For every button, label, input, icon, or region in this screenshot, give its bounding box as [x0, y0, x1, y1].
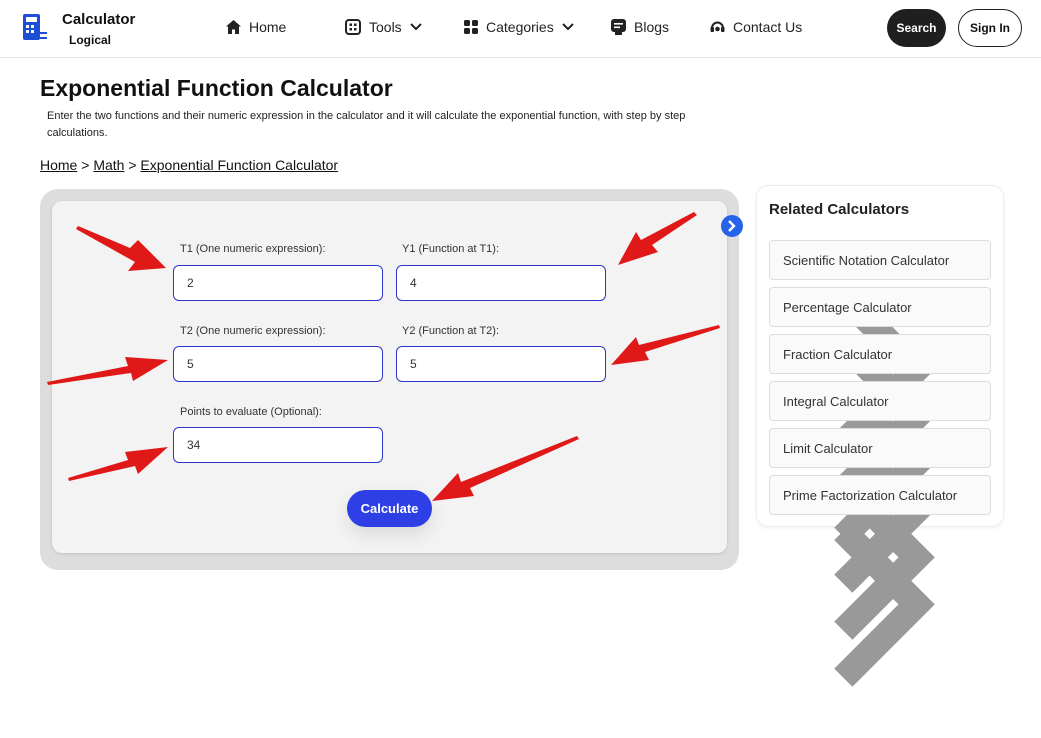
calculate-button[interactable]: Calculate: [347, 490, 432, 527]
points-input[interactable]: [173, 427, 383, 463]
chevron-right-icon: [834, 521, 935, 687]
page-title: Exponential Function Calculator: [40, 75, 393, 101]
breadcrumb-separator: >: [81, 157, 90, 173]
breadcrumb-home[interactable]: Home: [40, 157, 77, 173]
related-item-label: Integral Calculator: [783, 394, 889, 409]
related-item-label: Percentage Calculator: [783, 300, 912, 315]
related-item[interactable]: Fraction Calculator: [769, 334, 991, 546]
t2-label: T2 (One numeric expression):: [180, 325, 326, 337]
related-item[interactable]: Limit Calculator: [769, 428, 991, 640]
breadcrumb-math[interactable]: Math: [93, 157, 124, 173]
related-item[interactable]: Prime Factorization Calculator: [769, 475, 991, 687]
nav-categories-label: Categories: [486, 19, 554, 35]
chevron-down-icon: [561, 23, 574, 31]
y1-input[interactable]: [396, 265, 606, 301]
search-button[interactable]: Search: [887, 9, 946, 47]
breadcrumb: Home > Math > Exponential Function Calcu…: [40, 157, 338, 173]
nav-blogs-label: Blogs: [634, 19, 670, 35]
breadcrumb-current[interactable]: Exponential Function Calculator: [140, 157, 338, 173]
home-icon: [226, 20, 241, 34]
related-item[interactable]: Integral Calculator: [769, 381, 991, 593]
y2-input[interactable]: [396, 346, 606, 382]
y2-label: Y2 (Function at T2):: [402, 325, 500, 337]
related-item-label: Scientific Notation Calculator: [783, 253, 950, 268]
logo-title[interactable]: Calculator: [62, 11, 135, 28]
points-label: Points to evaluate (Optional):: [180, 406, 322, 418]
nav-blogs[interactable]: Blogs: [611, 19, 669, 35]
site-header: Calculator Logical Home Tools Categories…: [0, 0, 1041, 58]
nav-categories[interactable]: Categories: [464, 19, 574, 35]
related-title: Related Calculators: [769, 201, 910, 218]
sidebar-toggle-button[interactable]: [721, 215, 743, 237]
contact-icon: [710, 21, 725, 32]
categories-icon: [464, 20, 478, 34]
sign-in-button[interactable]: Sign In: [958, 9, 1022, 47]
related-item[interactable]: Scientific Notation Calculator: [769, 240, 991, 452]
nav-contact[interactable]: Contact Us: [710, 19, 802, 35]
t2-input[interactable]: [173, 346, 383, 382]
t1-label: T1 (One numeric expression):: [180, 243, 326, 255]
nav-home[interactable]: Home: [226, 19, 286, 35]
related-item-label: Prime Factorization Calculator: [783, 488, 958, 503]
t1-input[interactable]: [173, 265, 383, 301]
related-item-label: Fraction Calculator: [783, 347, 893, 362]
tools-icon: [345, 19, 361, 35]
nav-tools[interactable]: Tools: [345, 19, 422, 35]
nav-tools-label: Tools: [369, 19, 402, 35]
breadcrumb-separator: >: [128, 157, 137, 173]
nav-home-label: Home: [249, 19, 287, 35]
chevron-right-icon: [728, 220, 736, 232]
logo-subtitle[interactable]: Logical: [69, 33, 111, 47]
nav-contact-label: Contact Us: [733, 19, 803, 35]
related-item-label: Limit Calculator: [783, 441, 873, 456]
chevron-down-icon: [409, 23, 422, 31]
y1-label: Y1 (Function at T1):: [402, 243, 500, 255]
page-description: Enter the two functions and their numeri…: [47, 110, 686, 139]
calculator-logo-icon[interactable]: [22, 13, 48, 43]
blogs-icon: [611, 19, 626, 35]
related-item[interactable]: Percentage Calculator: [769, 287, 991, 499]
